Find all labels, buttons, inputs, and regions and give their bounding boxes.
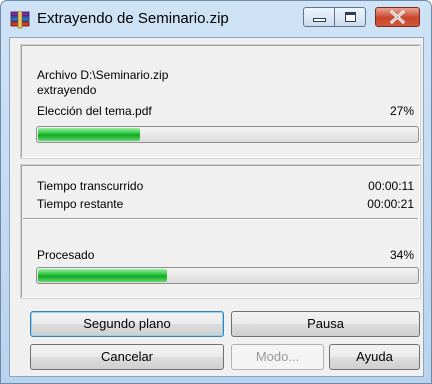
cancel-button[interactable]: Cancelar (30, 344, 224, 370)
help-button[interactable]: Ayuda (329, 344, 420, 370)
maximize-icon (345, 12, 356, 22)
total-progress-bar (36, 267, 419, 284)
action-label: extrayendo (37, 83, 97, 97)
elapsed-time-label: Tiempo transcurrido (37, 179, 144, 193)
total-progress-fill (38, 269, 167, 282)
window-title: Extrayendo de Seminario.zip (37, 10, 229, 27)
winrar-books-icon (10, 10, 30, 29)
current-file-progress-bar (36, 126, 419, 143)
current-file-progress-fill (38, 128, 140, 141)
archive-path-label: Archivo D:\Seminario.zip (37, 68, 169, 82)
current-file-label: Elección del tema.pdf (37, 104, 152, 118)
remaining-time-value: 00:00:21 (367, 197, 414, 211)
minimize-icon (313, 18, 326, 22)
minimize-button[interactable] (303, 7, 335, 27)
mode-button[interactable]: Modo... (231, 344, 324, 370)
total-processed-percent: 34% (389, 248, 414, 262)
close-button[interactable] (375, 7, 420, 27)
maximize-button[interactable] (334, 7, 366, 27)
current-file-percent: 27% (389, 104, 414, 118)
remaining-time-label: Tiempo restante (37, 197, 124, 211)
pause-button[interactable]: Pausa (231, 311, 420, 337)
elapsed-time-value: 00:00:11 (368, 179, 414, 193)
total-processed-label: Procesado (37, 248, 95, 262)
panel-divider (23, 218, 418, 220)
background-button[interactable]: Segundo plano (30, 311, 224, 337)
extraction-window: Extrayendo de Seminario.zip Archivo D:\S… (0, 0, 432, 384)
close-icon (376, 8, 419, 26)
title-bar[interactable]: Extrayendo de Seminario.zip (1, 1, 431, 37)
